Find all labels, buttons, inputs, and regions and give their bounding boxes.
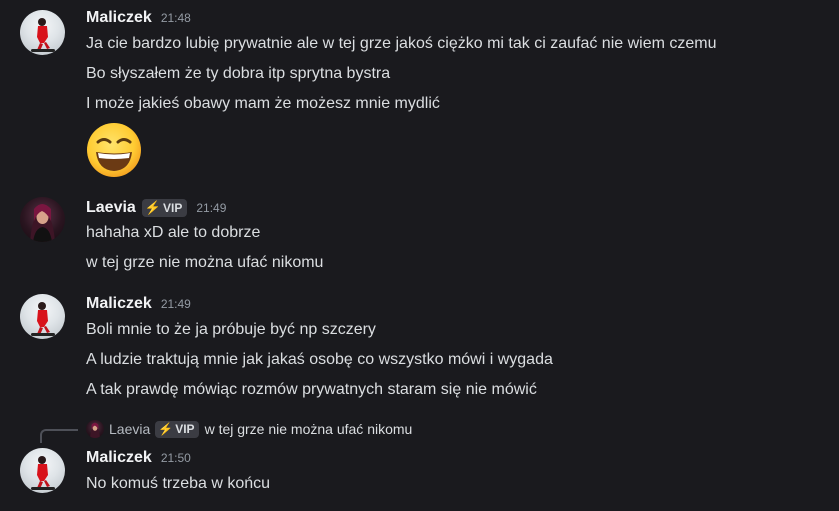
username[interactable]: Laevia bbox=[86, 199, 136, 217]
badge-label: VIP bbox=[175, 422, 195, 436]
message-text: Ja cie bardzo lubię prywatnie ale w tej … bbox=[86, 35, 717, 52]
avatar-maliczek[interactable] bbox=[20, 448, 65, 493]
reply-avatar bbox=[86, 420, 104, 438]
message-text: A ludzie traktują mnie jak jakaś osobę c… bbox=[86, 351, 553, 368]
username[interactable]: Maliczek bbox=[86, 9, 152, 27]
message-timestamp: 21:48 bbox=[160, 11, 191, 25]
message-text: I może jakieś obawy mam że możesz mnie m… bbox=[86, 95, 440, 112]
message-timestamp: 21:50 bbox=[160, 451, 191, 465]
message-text: Bo słyszałem że ty dobra itp sprytna bys… bbox=[86, 65, 391, 82]
vip-badge: ⚡ VIP bbox=[155, 420, 199, 438]
message-text: w tej grze nie można ufać nikomu bbox=[86, 254, 324, 271]
reply-author[interactable]: Laevia bbox=[109, 421, 150, 437]
avatar-laevia[interactable] bbox=[20, 197, 65, 242]
reply-connector-line bbox=[40, 429, 78, 443]
reply-text[interactable]: w tej grze nie można ufać nikomu bbox=[205, 421, 413, 437]
vip-badge[interactable]: ⚡ VIP bbox=[141, 199, 188, 217]
username[interactable]: Maliczek bbox=[86, 295, 152, 313]
avatar-maliczek[interactable] bbox=[20, 294, 65, 339]
message-text: Boli mnie to że ja próbuje być np szczer… bbox=[86, 321, 376, 338]
message-text: A tak prawdę mówiąc rozmów prywatnych st… bbox=[86, 381, 537, 398]
snowboarder-avatar-image bbox=[31, 302, 55, 336]
message-timestamp: 21:49 bbox=[196, 201, 227, 215]
message-text: hahaha xD ale to dobrze bbox=[86, 224, 261, 241]
lightning-bolt-icon: ⚡ bbox=[158, 422, 174, 436]
reply-preview[interactable]: Laevia ⚡ VIP w tej grze nie można ufać n… bbox=[86, 419, 412, 439]
message-text: No komuś trzeba w końcu bbox=[86, 475, 271, 492]
grinning-squinting-face-emoji[interactable] bbox=[86, 122, 142, 178]
snowboarder-avatar-image bbox=[31, 456, 55, 490]
avatar-maliczek[interactable] bbox=[20, 10, 65, 55]
message-timestamp: 21:49 bbox=[160, 297, 191, 311]
username[interactable]: Maliczek bbox=[86, 449, 152, 467]
snowboarder-avatar-image bbox=[31, 18, 55, 52]
badge-label: VIP bbox=[163, 201, 183, 215]
portrait-avatar-image bbox=[30, 204, 55, 242]
lightning-bolt-icon: ⚡ bbox=[144, 200, 161, 215]
